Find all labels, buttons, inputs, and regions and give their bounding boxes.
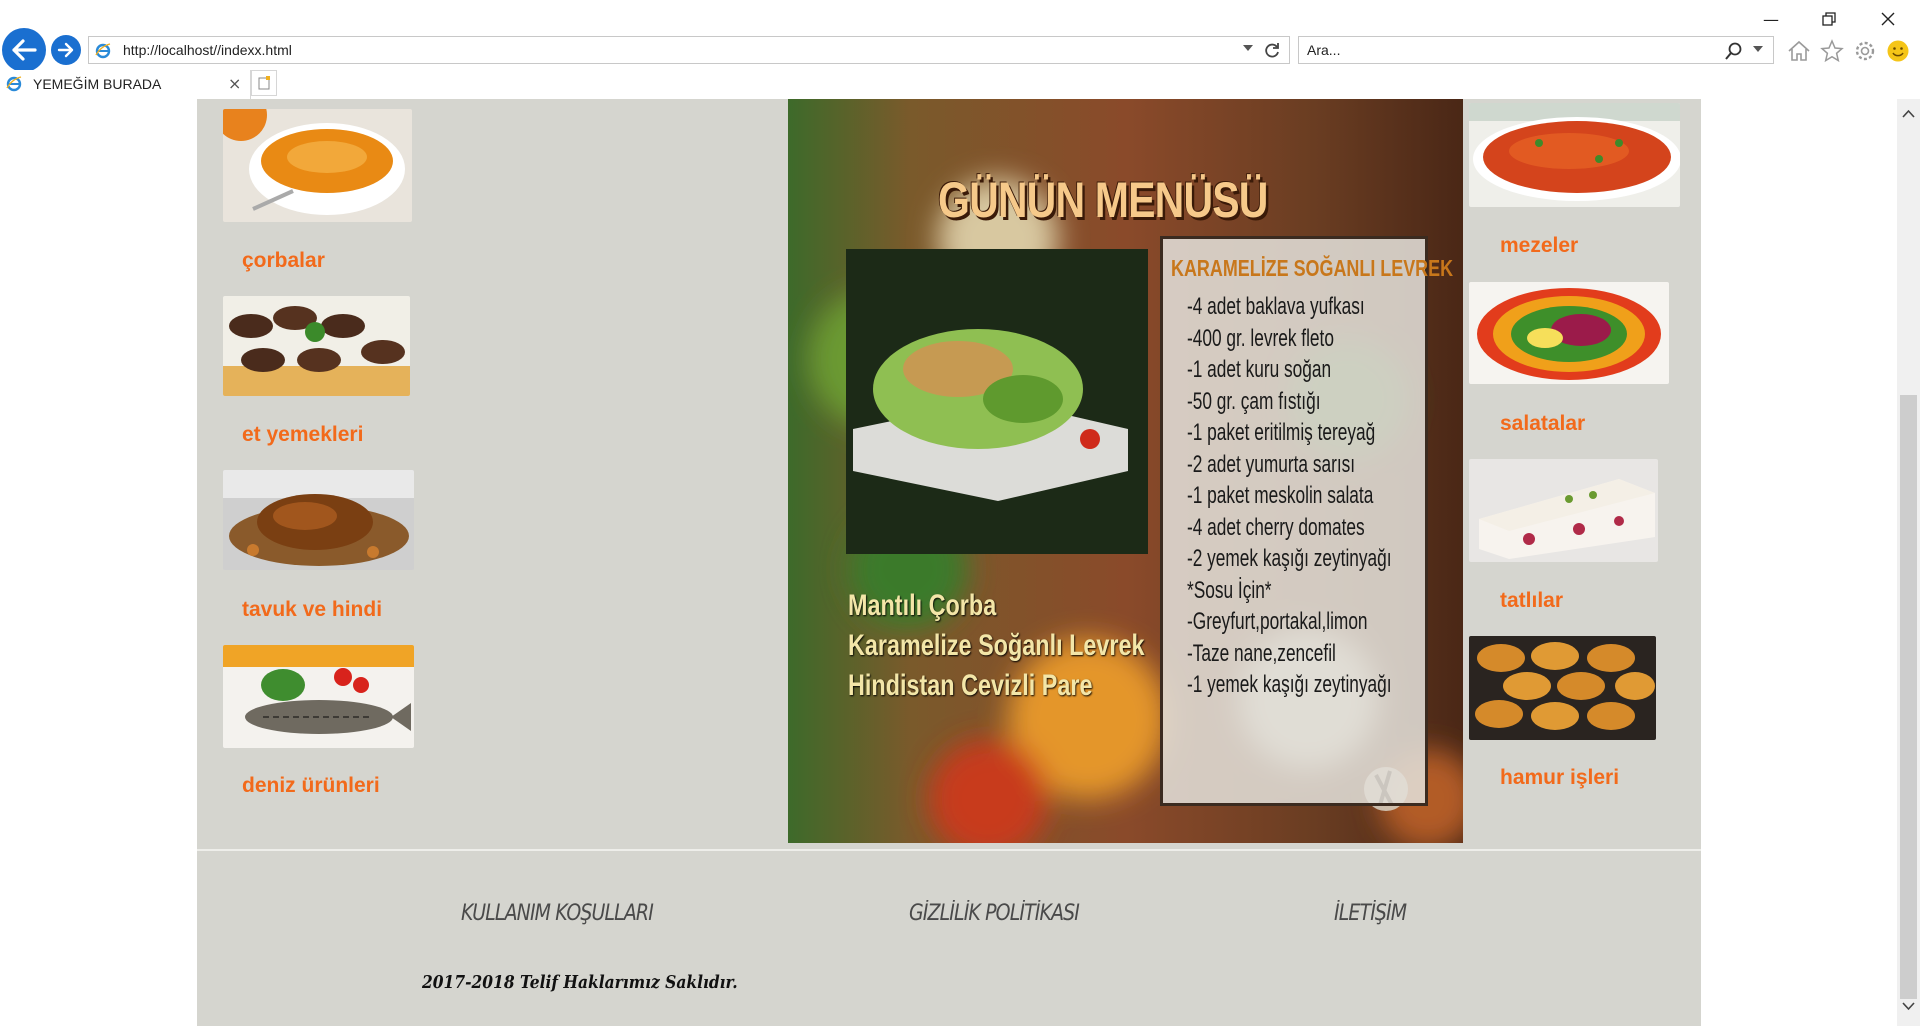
settings-button[interactable] (1852, 38, 1878, 64)
category-link-tatlilar[interactable]: tatlılar (1500, 589, 1563, 613)
minimize-button[interactable]: — (1743, 4, 1799, 34)
recipe-ingredients: -4 adet baklava yufkası -400 gr. levrek … (1187, 291, 1392, 701)
close-icon (1881, 12, 1895, 26)
category-image-salad[interactable] (1469, 282, 1669, 384)
restore-button[interactable] (1801, 4, 1857, 34)
ingredient-line: -50 gr. çam fıstığı (1187, 387, 1321, 415)
ingredient-line: -1 adet kuru soğan (1187, 356, 1332, 383)
recipe-title: KARAMELİZE SOĞANLI LEVREK (1171, 255, 1454, 281)
back-arrow-icon (12, 39, 37, 61)
home-button[interactable] (1786, 38, 1812, 64)
ingredient-line: -Greyfurt,portakal,limon (1187, 608, 1368, 635)
page-viewport: çorbalar et yemekleri tavuk ve hindi den… (0, 99, 1897, 1026)
ingredient-line: -2 yemek kaşığı zeytinyağı (1187, 545, 1392, 572)
category-link-tavuk-ve-hindi[interactable]: tavuk ve hindi (242, 598, 382, 622)
refresh-icon[interactable] (1263, 42, 1281, 60)
feedback-button[interactable] (1885, 38, 1911, 64)
ingredient-line: -2 adet yumurta sarısı (1187, 450, 1356, 478)
ingredient-line: -4 adet baklava yufkası (1187, 293, 1365, 320)
forward-button[interactable] (51, 35, 81, 65)
ingredient-line: -4 adet cherry domates (1187, 513, 1365, 541)
favorites-button[interactable] (1819, 38, 1845, 64)
category-image-pastry[interactable] (1469, 636, 1656, 740)
tab-title: YEMEĞİM BURADA (33, 76, 162, 92)
new-tab-icon (258, 76, 270, 90)
category-image-turkey[interactable] (223, 470, 414, 570)
ie-tab-icon (6, 76, 22, 92)
close-window-button[interactable] (1860, 4, 1916, 34)
ie-page-icon (95, 43, 111, 59)
dish-item: Mantılı Çorba (848, 589, 997, 622)
category-link-et-yemekleri[interactable]: et yemekleri (242, 423, 363, 447)
category-link-salatalar[interactable]: salatalar (1500, 412, 1585, 436)
daily-menu-poster: GÜNÜN MENÜSÜ Mantılı Çorba Karamelize So… (788, 99, 1463, 843)
ingredient-line: -1 paket meskolin salata (1187, 482, 1374, 509)
vertical-scrollbar[interactable] (1897, 99, 1920, 1026)
gear-icon (1855, 41, 1875, 61)
category-image-meat[interactable] (223, 296, 410, 396)
new-tab-button[interactable] (251, 70, 277, 96)
address-bar[interactable]: http://localhost//indexx.html (88, 36, 1290, 64)
category-image-fish[interactable] (223, 645, 414, 748)
restore-icon (1822, 12, 1836, 26)
footer-link-terms[interactable]: KULLANIM KOŞULLARI (461, 901, 654, 926)
category-link-corbalar[interactable]: çorbalar (242, 249, 325, 273)
forward-arrow-icon (57, 42, 74, 58)
page-footer: KULLANIM KOŞULLARI GİZLİLİK POLİTİKASI İ… (197, 849, 1701, 1026)
daily-dish-list: Mantılı Çorba Karamelize Soğanlı Levrek … (848, 586, 1145, 706)
chevron-down-icon[interactable] (1753, 46, 1763, 52)
ingredient-line: -1 paket eritilmiş tereyağ (1187, 419, 1376, 446)
dish-item: Karamelize Soğanlı Levrek (848, 629, 1145, 662)
category-image-dessert[interactable] (1469, 459, 1658, 562)
category-link-deniz-urunleri[interactable]: deniz ürünleri (242, 774, 380, 798)
footer-link-privacy[interactable]: GİZLİLİK POLİTİKASI (909, 901, 1080, 926)
copyright-text: 2017-2018 Telif Haklarımız Saklıdır. (422, 972, 738, 993)
chevron-down-icon[interactable] (1243, 45, 1253, 51)
menu-title: GÜNÜN MENÜSÜ (938, 172, 1268, 228)
back-button[interactable] (2, 28, 46, 72)
ingredient-line: *Sosu İçin* (1187, 576, 1272, 604)
ingredient-line: -1 yemek kaşığı zeytinyağı (1187, 671, 1392, 698)
browser-chrome: — http://localhost//indexx.html Ara... Y… (0, 0, 1920, 99)
smiley-icon (1887, 40, 1909, 62)
recipe-card: KARAMELİZE SOĞANLI LEVREK -4 adet baklav… (1160, 236, 1453, 806)
search-box[interactable]: Ara... (1298, 36, 1774, 64)
search-icon[interactable] (1725, 42, 1743, 60)
ingredient-line: -Taze nane,zencefil (1187, 639, 1336, 667)
url-text[interactable]: http://localhost//indexx.html (123, 42, 292, 58)
home-icon (1788, 40, 1810, 61)
scrollbar-thumb[interactable] (1900, 395, 1917, 999)
star-icon (1820, 39, 1844, 63)
category-image-soup[interactable] (223, 109, 412, 222)
browser-tab[interactable]: YEMEĞİM BURADA × (0, 70, 251, 99)
category-link-mezeler[interactable]: mezeler (1500, 234, 1578, 258)
dish-item: Hindistan Cevizli Pare (848, 669, 1093, 702)
search-placeholder[interactable]: Ara... (1307, 42, 1340, 58)
scroll-up-icon[interactable] (1902, 109, 1915, 118)
category-link-hamur-isleri[interactable]: hamur işleri (1500, 766, 1619, 790)
close-tab-icon[interactable]: × (228, 74, 241, 93)
main-content: çorbalar et yemekleri tavuk ve hindi den… (197, 99, 1701, 849)
category-image-meze[interactable] (1469, 103, 1680, 207)
scroll-down-icon[interactable] (1902, 1002, 1915, 1011)
footer-link-contact[interactable]: İLETİŞİM (1334, 901, 1407, 926)
ingredient-line: -400 gr. levrek fleto (1187, 324, 1334, 352)
